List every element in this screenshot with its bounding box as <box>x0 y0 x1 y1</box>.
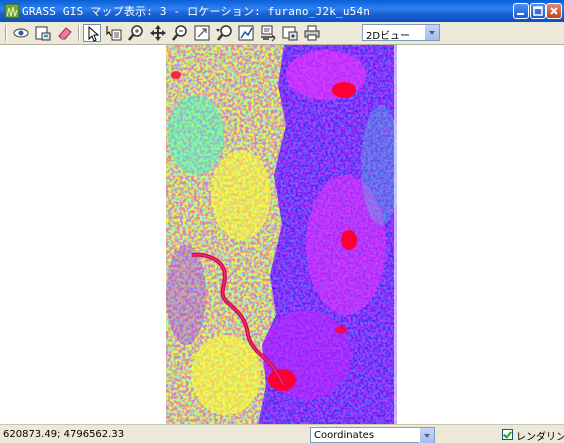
display-icon <box>13 28 29 38</box>
print-icon <box>304 25 320 41</box>
overlay-menu-button[interactable] <box>259 24 277 42</box>
query-icon <box>106 26 122 41</box>
pan-tool[interactable] <box>149 24 167 42</box>
analyze-menu-button[interactable] <box>237 24 255 42</box>
status-mode-select[interactable]: Coordinates <box>310 427 435 443</box>
zoom-out-tool[interactable] <box>171 24 189 42</box>
zoom-menu-icon <box>216 25 232 41</box>
classified-raster-map <box>166 45 397 425</box>
zoom-out-icon <box>172 25 187 41</box>
overlay-icon <box>261 25 276 42</box>
render-icon <box>35 26 51 41</box>
save-icon <box>282 26 298 41</box>
toolbar-grip <box>5 25 7 41</box>
zoom-in-icon <box>128 25 143 41</box>
minimize-icon <box>517 13 524 15</box>
grass-app-icon <box>4 3 20 19</box>
zoom-back-icon <box>194 25 210 41</box>
map-display-window: GRASS GIS マップ表示: 3 - ロケーション: furano_J2k_… <box>0 0 564 443</box>
render-checkbox[interactable] <box>502 429 513 440</box>
window-title: GRASS GIS マップ表示: 3 - ロケーション: furano_J2k_… <box>22 5 371 18</box>
zoom-menu-button[interactable] <box>215 24 233 42</box>
pointer-tool[interactable] <box>83 24 101 42</box>
title-bar[interactable]: GRASS GIS マップ表示: 3 - ロケーション: furano_J2k_… <box>0 0 564 22</box>
print-button[interactable] <box>303 24 321 42</box>
status-bar: 620873.49; 4796562.33 Coordinates レンダリング <box>0 424 564 443</box>
close-icon <box>550 7 558 15</box>
maximize-icon <box>533 6 543 16</box>
query-tool[interactable] <box>105 24 123 42</box>
status-mode-value: Coordinates <box>314 430 375 441</box>
zoom-in-tool[interactable] <box>127 24 145 42</box>
hotspot <box>332 82 356 98</box>
render-map-button[interactable] <box>34 24 52 42</box>
zoom-back-tool[interactable] <box>193 24 211 42</box>
view-mode-select[interactable]: 2Dビュー <box>362 24 440 42</box>
save-image-button[interactable] <box>281 24 299 42</box>
analyze-icon <box>238 25 254 41</box>
maximize-button[interactable] <box>530 3 546 19</box>
erase-display-button[interactable] <box>56 24 74 42</box>
pointer-icon <box>88 25 100 42</box>
coordinate-readout: 620873.49; 4796562.33 <box>3 429 125 440</box>
map-toolbar: 2Dビュー <box>0 22 564 45</box>
render-checkbox-label: レンダリング <box>516 432 564 443</box>
map-canvas[interactable] <box>0 44 564 425</box>
close-button[interactable] <box>546 3 562 19</box>
view-mode-value: 2Dビュー <box>366 31 411 42</box>
display-map-button[interactable] <box>12 24 30 42</box>
erase-icon <box>58 27 72 40</box>
chevron-down-icon[interactable] <box>424 25 439 40</box>
pan-icon <box>150 25 166 41</box>
minimize-button[interactable] <box>513 3 529 19</box>
hotspot <box>341 230 357 250</box>
chevron-down-icon[interactable] <box>419 428 434 443</box>
